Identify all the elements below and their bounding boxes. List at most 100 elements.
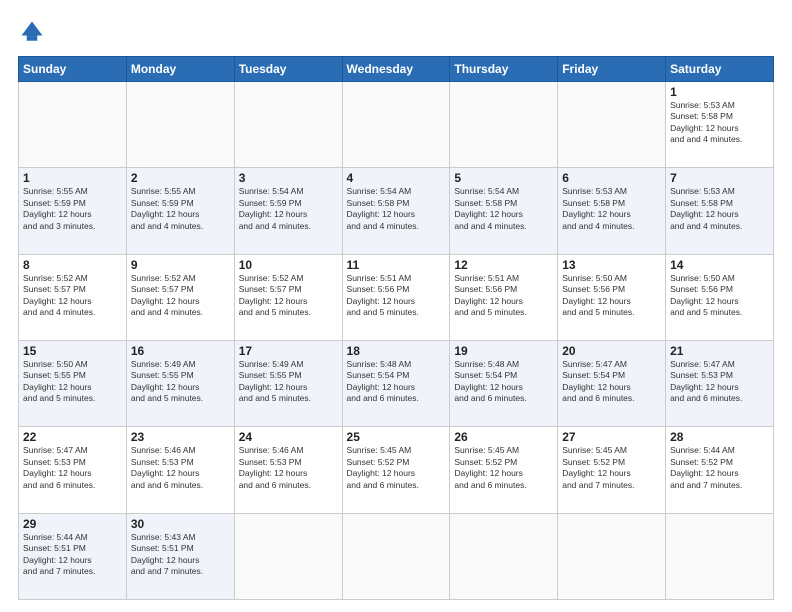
sunrise-text: Sunrise: 5:53 AM: [670, 100, 735, 110]
day-detail: Sunrise: 5:53 AMSunset: 5:58 PMDaylight:…: [670, 186, 769, 232]
daylight-minutes-text: and and 5 minutes.: [562, 307, 634, 317]
sunset-text: Sunset: 5:52 PM: [562, 457, 625, 467]
sunset-text: Sunset: 5:55 PM: [131, 370, 194, 380]
day-detail: Sunrise: 5:47 AMSunset: 5:53 PMDaylight:…: [670, 359, 769, 405]
day-detail: Sunrise: 5:54 AMSunset: 5:58 PMDaylight:…: [454, 186, 553, 232]
sunrise-text: Sunrise: 5:45 AM: [347, 445, 412, 455]
day-detail: Sunrise: 5:50 AMSunset: 5:56 PMDaylight:…: [670, 273, 769, 319]
calendar-day-cell: 10Sunrise: 5:52 AMSunset: 5:57 PMDayligh…: [234, 254, 342, 340]
sunset-text: Sunset: 5:58 PM: [670, 198, 733, 208]
day-number: 1: [670, 85, 769, 99]
sunrise-text: Sunrise: 5:47 AM: [670, 359, 735, 369]
calendar-week-row: 29Sunrise: 5:44 AMSunset: 5:51 PMDayligh…: [19, 513, 774, 599]
day-detail: Sunrise: 5:43 AMSunset: 5:51 PMDaylight:…: [131, 532, 230, 578]
day-detail: Sunrise: 5:52 AMSunset: 5:57 PMDaylight:…: [239, 273, 338, 319]
sunrise-text: Sunrise: 5:52 AM: [23, 273, 88, 283]
sunrise-text: Sunrise: 5:48 AM: [347, 359, 412, 369]
daylight-minutes-text: and and 4 minutes.: [239, 221, 311, 231]
logo-icon: [18, 18, 46, 46]
calendar-day-cell: 4Sunrise: 5:54 AMSunset: 5:58 PMDaylight…: [342, 168, 450, 254]
daylight-hours-text: Daylight: 12 hours: [131, 555, 200, 565]
daylight-hours-text: Daylight: 12 hours: [131, 468, 200, 478]
day-number: 14: [670, 258, 769, 272]
col-header-thursday: Thursday: [450, 57, 558, 82]
day-number: 19: [454, 344, 553, 358]
calendar-day-cell: 25Sunrise: 5:45 AMSunset: 5:52 PMDayligh…: [342, 427, 450, 513]
daylight-minutes-text: and and 4 minutes.: [454, 221, 526, 231]
sunrise-text: Sunrise: 5:43 AM: [131, 532, 196, 542]
daylight-minutes-text: and and 7 minutes.: [23, 566, 95, 576]
sunrise-text: Sunrise: 5:51 AM: [454, 273, 519, 283]
daylight-minutes-text: and and 7 minutes.: [131, 566, 203, 576]
daylight-hours-text: Daylight: 12 hours: [454, 209, 523, 219]
day-detail: Sunrise: 5:46 AMSunset: 5:53 PMDaylight:…: [239, 445, 338, 491]
daylight-hours-text: Daylight: 12 hours: [239, 296, 308, 306]
daylight-minutes-text: and and 4 minutes.: [670, 221, 742, 231]
daylight-hours-text: Daylight: 12 hours: [23, 382, 92, 392]
sunset-text: Sunset: 5:56 PM: [454, 284, 517, 294]
sunset-text: Sunset: 5:57 PM: [131, 284, 194, 294]
day-number: 27: [562, 430, 661, 444]
calendar-day-cell: 5Sunrise: 5:54 AMSunset: 5:58 PMDaylight…: [450, 168, 558, 254]
day-detail: Sunrise: 5:44 AMSunset: 5:51 PMDaylight:…: [23, 532, 122, 578]
daylight-hours-text: Daylight: 12 hours: [454, 296, 523, 306]
daylight-minutes-text: and and 7 minutes.: [670, 480, 742, 490]
daylight-minutes-text: and and 5 minutes.: [454, 307, 526, 317]
day-number: 13: [562, 258, 661, 272]
day-number: 10: [239, 258, 338, 272]
daylight-minutes-text: and and 4 minutes.: [131, 221, 203, 231]
day-number: 17: [239, 344, 338, 358]
calendar-day-cell: 14Sunrise: 5:50 AMSunset: 5:56 PMDayligh…: [666, 254, 774, 340]
daylight-hours-text: Daylight: 12 hours: [131, 209, 200, 219]
daylight-hours-text: Daylight: 12 hours: [347, 468, 416, 478]
sunset-text: Sunset: 5:59 PM: [131, 198, 194, 208]
sunrise-text: Sunrise: 5:47 AM: [23, 445, 88, 455]
day-number: 6: [562, 171, 661, 185]
calendar-day-cell: 23Sunrise: 5:46 AMSunset: 5:53 PMDayligh…: [126, 427, 234, 513]
day-detail: Sunrise: 5:51 AMSunset: 5:56 PM Daylight:…: [454, 273, 553, 319]
calendar-week-row: 8Sunrise: 5:52 AMSunset: 5:57 PMDaylight…: [19, 254, 774, 340]
day-number: 18: [347, 344, 446, 358]
daylight-minutes-text: and and 4 minutes.: [347, 221, 419, 231]
calendar-empty-cell: [126, 82, 234, 168]
daylight-minutes-text: and and 5 minutes.: [239, 307, 311, 317]
logo: [18, 18, 50, 46]
sunrise-text: Sunrise: 5:44 AM: [23, 532, 88, 542]
col-header-wednesday: Wednesday: [342, 57, 450, 82]
header: [18, 18, 774, 46]
day-detail: Sunrise: 5:49 AMSunset: 5:55 PMDaylight:…: [239, 359, 338, 405]
calendar-day-cell: 1Sunrise: 5:53 AMSunset: 5:58 PMDaylight…: [666, 82, 774, 168]
day-detail: Sunrise: 5:45 AMSunset: 5:52 PMDaylight:…: [347, 445, 446, 491]
calendar-day-cell: 21Sunrise: 5:47 AMSunset: 5:53 PMDayligh…: [666, 340, 774, 426]
sunset-text: Sunset: 5:54 PM: [454, 370, 517, 380]
day-number: 7: [670, 171, 769, 185]
calendar-day-cell: 2Sunrise: 5:55 AMSunset: 5:59 PMDaylight…: [126, 168, 234, 254]
daylight-hours-text: Daylight: 12 hours: [562, 382, 631, 392]
calendar-day-cell: 18Sunrise: 5:48 AMSunset: 5:54 PMDayligh…: [342, 340, 450, 426]
day-detail: Sunrise: 5:52 AMSunset: 5:57 PMDaylight:…: [131, 273, 230, 319]
sunrise-text: Sunrise: 5:53 AM: [562, 186, 627, 196]
sunrise-text: Sunrise: 5:51 AM: [347, 273, 412, 283]
day-number: 22: [23, 430, 122, 444]
daylight-minutes-text: and and 4 minutes.: [670, 134, 742, 144]
daylight-hours-text: Daylight: 12 hours: [347, 296, 416, 306]
day-detail: Sunrise: 5:48 AMSunset: 5:54 PMDaylight:…: [347, 359, 446, 405]
daylight-minutes-text: and and 4 minutes.: [131, 307, 203, 317]
calendar-day-cell: 22Sunrise: 5:47 AMSunset: 5:53 PMDayligh…: [19, 427, 127, 513]
calendar-week-row: 15Sunrise: 5:50 AMSunset: 5:55 PMDayligh…: [19, 340, 774, 426]
day-number: 26: [454, 430, 553, 444]
day-number: 21: [670, 344, 769, 358]
calendar-day-cell: 1Sunrise: 5:55 AMSunset: 5:59 PMDaylight…: [19, 168, 127, 254]
day-number: 16: [131, 344, 230, 358]
calendar-empty-cell: [19, 82, 127, 168]
sunrise-text: Sunrise: 5:55 AM: [131, 186, 196, 196]
daylight-hours-text: Daylight: 12 hours: [562, 468, 631, 478]
col-header-saturday: Saturday: [666, 57, 774, 82]
sunrise-text: Sunrise: 5:46 AM: [239, 445, 304, 455]
daylight-hours-text: Daylight: 12 hours: [131, 382, 200, 392]
calendar-empty-cell: [234, 82, 342, 168]
day-detail: Sunrise: 5:48 AMSunset: 5:54 PMDaylight:…: [454, 359, 553, 405]
day-detail: Sunrise: 5:50 AMSunset: 5:55 PMDaylight:…: [23, 359, 122, 405]
day-number: 15: [23, 344, 122, 358]
sunrise-text: Sunrise: 5:54 AM: [454, 186, 519, 196]
